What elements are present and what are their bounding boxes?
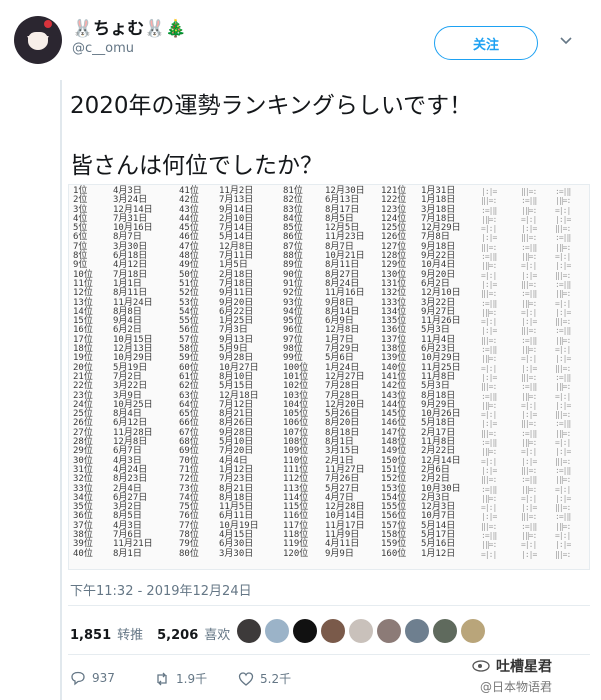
- tweet-image-ranking-table[interactable]: 1位 2位 3位 4位 5位 6位 7位 8位 9位 10位 11位 12位 1…: [68, 184, 590, 570]
- liker-avatar[interactable]: [460, 618, 486, 644]
- thread-line: [60, 80, 62, 700]
- follow-button[interactable]: 关注: [434, 26, 538, 60]
- display-name[interactable]: 🐰ちょむ🐰🎄: [72, 18, 187, 40]
- rank-column-3: 81位 82位 83位 84位 85位 86位 87位 88位 89位 90位 …: [283, 186, 309, 559]
- heart-icon: [238, 671, 254, 686]
- tweet-text-line-2: 皆さんは何位でしたか？: [70, 153, 323, 179]
- retweet-icon: [157, 672, 167, 685]
- date-column-3: 12月30日 6月13日 8月17日 8月5日 12月5日 11月23日 8月7…: [325, 186, 365, 559]
- divider: [68, 654, 590, 655]
- liker-avatar[interactable]: [404, 618, 430, 644]
- liker-avatar[interactable]: [348, 618, 374, 644]
- tweet-text-line-1: 2020年の運勢ランキングらしいです！: [70, 93, 473, 119]
- blurred-column-2: ‖|=: :=|‖ |‖=: =|:| |:|= ‖|=: :=|‖ |‖=: …: [521, 187, 537, 559]
- watermark-subtitle: @日本物语君: [480, 680, 553, 694]
- liker-avatar[interactable]: [292, 618, 318, 644]
- liker-avatar[interactable]: [432, 618, 458, 644]
- retweets-count[interactable]: 1,851: [70, 628, 111, 643]
- liker-avatar[interactable]: [264, 618, 290, 644]
- likes-label[interactable]: 喜欢: [204, 624, 230, 643]
- weibo-logo-icon: [472, 660, 490, 672]
- like-count: 5.2千: [260, 672, 292, 686]
- avatar[interactable]: [14, 16, 62, 64]
- liker-avatars: [236, 618, 486, 644]
- blurred-column-3: :=|‖ |‖=: =|:| |:|= ‖|=: :=|‖ |‖=: =|:| …: [555, 187, 571, 559]
- tweet-header: 🐰ちょむ🐰🎄 @c__omu 关注: [14, 10, 589, 70]
- reply-action[interactable]: 937: [70, 670, 115, 686]
- date-column-2: 11月2日 7月13日 9月14日 2月10日 7月14日 5月14日 12月8…: [219, 186, 259, 559]
- retweet-count: 1.9千: [176, 672, 208, 686]
- liker-avatar[interactable]: [376, 618, 402, 644]
- reply-count: 937: [92, 671, 115, 685]
- user-names: 🐰ちょむ🐰🎄 @c__omu: [72, 18, 187, 58]
- retweets-label[interactable]: 转推: [117, 624, 143, 643]
- blurred-column-1: |:|= ‖|=: :=|‖ |‖=: =|:| |:|= ‖|=: :=|‖ …: [481, 187, 497, 559]
- date-column-1: 4月3日 3月24日 12月14日 7月31日 10月16日 8月7日 3月30…: [113, 186, 153, 559]
- rank-column-1: 1位 2位 3位 4位 5位 6位 7位 8位 9位 10位 11位 12位 1…: [73, 186, 93, 559]
- reply-icon: [71, 671, 85, 686]
- chevron-down-icon[interactable]: [558, 32, 574, 48]
- likes-count[interactable]: 5,206: [157, 628, 198, 643]
- tweet-timestamp[interactable]: 下午11:32 - 2019年12月24日: [70, 580, 252, 599]
- watermark-title: 吐槽星君: [496, 659, 552, 675]
- date-column-4: 1月31日 1月18日 3月18日 7月18日 12月29日 7月8日 9月18…: [421, 186, 461, 559]
- rank-column-4: 121位 122位 123位 124位 125位 126位 127位 128位 …: [381, 186, 407, 559]
- tweet-actions: 937 1.9千 5.2千: [70, 670, 370, 690]
- rank-column-2: 41位 42位 43位 44位 45位 46位 47位 48位 49位 50位 …: [179, 186, 199, 559]
- liker-avatar[interactable]: [320, 618, 346, 644]
- user-handle[interactable]: @c__omu: [72, 40, 187, 58]
- engagement-stats: 1,851 转推 5,206 喜欢: [70, 624, 230, 643]
- retweet-action[interactable]: 1.9千: [154, 670, 207, 687]
- divider: [68, 605, 590, 606]
- avatar-face: [28, 32, 48, 50]
- like-action[interactable]: 5.2千: [238, 670, 291, 687]
- avatar-accessory: [44, 20, 52, 28]
- liker-avatar[interactable]: [236, 618, 262, 644]
